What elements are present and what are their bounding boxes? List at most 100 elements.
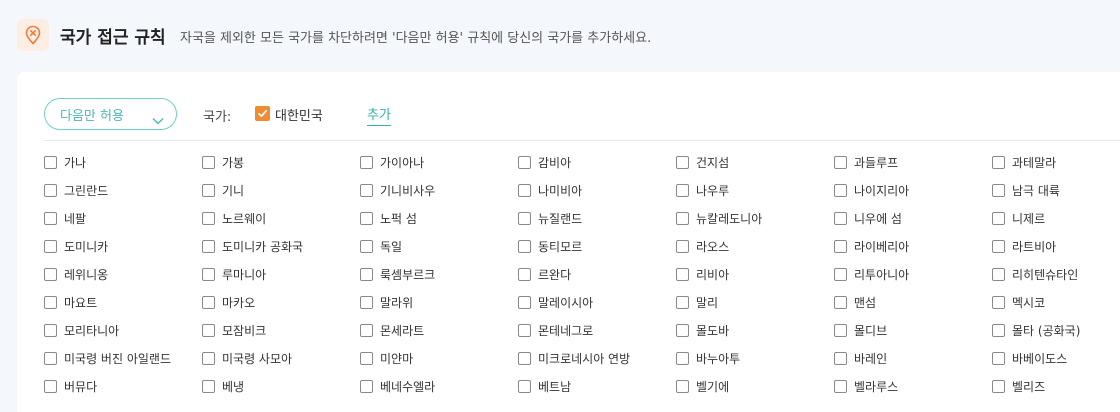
country-checkbox[interactable] xyxy=(834,351,847,365)
country-checkbox[interactable] xyxy=(360,211,373,225)
country-option[interactable]: 가나 xyxy=(44,148,202,176)
country-checkbox[interactable] xyxy=(360,183,373,197)
country-option[interactable]: 베트남 xyxy=(518,372,676,400)
country-option[interactable]: 모리타니아 xyxy=(44,316,202,344)
country-checkbox[interactable] xyxy=(676,323,689,337)
country-option[interactable]: 감비아 xyxy=(518,148,676,176)
country-option[interactable]: 건지섬 xyxy=(676,148,834,176)
country-checkbox[interactable] xyxy=(44,379,57,393)
country-option[interactable]: 라트비아 xyxy=(992,232,1120,260)
country-checkbox[interactable] xyxy=(202,351,215,365)
country-option[interactable]: 베네수엘라 xyxy=(360,372,518,400)
country-option[interactable]: 룩셈부르크 xyxy=(360,260,518,288)
country-checkbox[interactable] xyxy=(518,295,531,309)
country-option[interactable]: 가봉 xyxy=(202,148,360,176)
country-option[interactable]: 노퍽 섬 xyxy=(360,204,518,232)
country-option[interactable]: 모잠비크 xyxy=(202,316,360,344)
country-option[interactable]: 니우에 섬 xyxy=(834,204,992,232)
country-option[interactable]: 기니비사우 xyxy=(360,176,518,204)
selected-country-checkbox[interactable] xyxy=(255,106,270,121)
country-checkbox[interactable] xyxy=(44,323,57,337)
country-checkbox[interactable] xyxy=(202,379,215,393)
country-option[interactable]: 몰타 (공화국) xyxy=(992,316,1120,344)
country-option[interactable]: 기니 xyxy=(202,176,360,204)
country-option[interactable]: 과테말라 xyxy=(992,148,1120,176)
country-checkbox[interactable] xyxy=(834,379,847,393)
country-option[interactable]: 마요트 xyxy=(44,288,202,316)
country-option[interactable]: 과들루프 xyxy=(834,148,992,176)
country-option[interactable]: 노르웨이 xyxy=(202,204,360,232)
country-option[interactable]: 멕시코 xyxy=(992,288,1120,316)
country-checkbox[interactable] xyxy=(360,239,373,253)
country-checkbox[interactable] xyxy=(44,183,57,197)
country-option[interactable]: 말리 xyxy=(676,288,834,316)
country-checkbox[interactable] xyxy=(44,211,57,225)
country-checkbox[interactable] xyxy=(676,239,689,253)
add-country-link[interactable]: 추가 xyxy=(367,104,391,126)
country-option[interactable]: 몬테네그로 xyxy=(518,316,676,344)
country-checkbox[interactable] xyxy=(44,155,57,169)
country-option[interactable]: 라이베리아 xyxy=(834,232,992,260)
country-option[interactable]: 몬세라트 xyxy=(360,316,518,344)
country-option[interactable]: 맨섬 xyxy=(834,288,992,316)
country-option[interactable]: 동티모르 xyxy=(518,232,676,260)
country-checkbox[interactable] xyxy=(676,295,689,309)
country-option[interactable]: 미국령 사모아 xyxy=(202,344,360,372)
country-option[interactable]: 네팔 xyxy=(44,204,202,232)
country-option[interactable]: 도미니카 공화국 xyxy=(202,232,360,260)
country-checkbox[interactable] xyxy=(676,351,689,365)
country-checkbox[interactable] xyxy=(992,211,1005,225)
country-option[interactable]: 미크로네시아 연방 xyxy=(518,344,676,372)
country-checkbox[interactable] xyxy=(518,155,531,169)
rule-mode-select[interactable]: 다음만 허용 xyxy=(44,98,177,130)
country-option[interactable]: 베냉 xyxy=(202,372,360,400)
country-option[interactable]: 나이지리아 xyxy=(834,176,992,204)
country-option[interactable]: 벨리즈 xyxy=(992,372,1120,400)
country-option[interactable]: 몰디브 xyxy=(834,316,992,344)
country-checkbox[interactable] xyxy=(992,239,1005,253)
country-checkbox[interactable] xyxy=(676,211,689,225)
country-checkbox[interactable] xyxy=(676,155,689,169)
country-checkbox[interactable] xyxy=(992,379,1005,393)
country-option[interactable]: 뉴질랜드 xyxy=(518,204,676,232)
country-checkbox[interactable] xyxy=(518,267,531,281)
country-option[interactable]: 레위니옹 xyxy=(44,260,202,288)
country-option[interactable]: 리투아니아 xyxy=(834,260,992,288)
country-checkbox[interactable] xyxy=(360,351,373,365)
country-option[interactable]: 나미비아 xyxy=(518,176,676,204)
country-checkbox[interactable] xyxy=(834,211,847,225)
country-option[interactable]: 바베이도스 xyxy=(992,344,1120,372)
country-option[interactable]: 벨라루스 xyxy=(834,372,992,400)
country-checkbox[interactable] xyxy=(992,155,1005,169)
country-checkbox[interactable] xyxy=(992,267,1005,281)
country-option[interactable]: 도미니카 xyxy=(44,232,202,260)
country-option[interactable]: 벨기에 xyxy=(676,372,834,400)
country-checkbox[interactable] xyxy=(360,379,373,393)
country-checkbox[interactable] xyxy=(834,183,847,197)
country-option[interactable]: 남극 대륙 xyxy=(992,176,1120,204)
country-checkbox[interactable] xyxy=(202,295,215,309)
country-checkbox[interactable] xyxy=(202,183,215,197)
country-checkbox[interactable] xyxy=(518,323,531,337)
country-checkbox[interactable] xyxy=(202,211,215,225)
country-option[interactable]: 바누아투 xyxy=(676,344,834,372)
country-checkbox[interactable] xyxy=(360,267,373,281)
country-checkbox[interactable] xyxy=(834,323,847,337)
country-checkbox[interactable] xyxy=(834,267,847,281)
country-checkbox[interactable] xyxy=(992,183,1005,197)
country-checkbox[interactable] xyxy=(518,239,531,253)
country-option[interactable]: 니제르 xyxy=(992,204,1120,232)
country-option[interactable]: 르완다 xyxy=(518,260,676,288)
country-checkbox[interactable] xyxy=(992,323,1005,337)
country-checkbox[interactable] xyxy=(360,155,373,169)
country-option[interactable]: 바레인 xyxy=(834,344,992,372)
country-checkbox[interactable] xyxy=(518,183,531,197)
country-option[interactable]: 미국령 버진 아일랜드 xyxy=(44,344,202,372)
country-option[interactable]: 리비아 xyxy=(676,260,834,288)
country-option[interactable]: 몰도바 xyxy=(676,316,834,344)
country-checkbox[interactable] xyxy=(834,155,847,169)
country-checkbox[interactable] xyxy=(992,295,1005,309)
country-checkbox[interactable] xyxy=(676,267,689,281)
country-checkbox[interactable] xyxy=(360,323,373,337)
country-checkbox[interactable] xyxy=(202,155,215,169)
